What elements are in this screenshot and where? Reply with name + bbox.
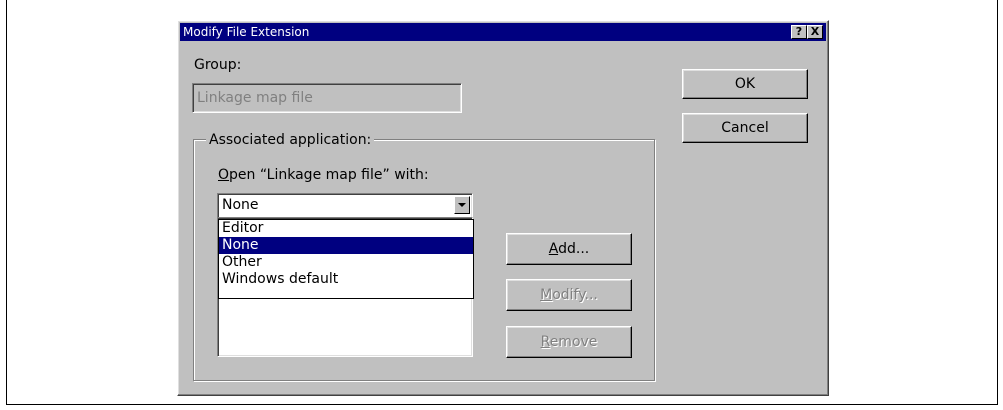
modify-button[interactable]: Modify... — [506, 279, 632, 311]
chevron-down-icon[interactable] — [454, 196, 470, 214]
open-with-label: Open “Linkage map file” with: — [218, 167, 429, 183]
associated-application-legend: Associated application: — [206, 132, 375, 148]
group-label: Group: — [194, 57, 242, 73]
open-with-mnemonic: O — [218, 167, 230, 183]
add-label: dd... — [558, 241, 590, 257]
open-with-text: pen “Linkage map file” with: — [229, 167, 429, 183]
modify-file-extension-dialog: Modify File Extension ? X Group: Linkage… — [177, 20, 829, 396]
modify-mnemonic: M — [540, 287, 553, 303]
remove-label: emove — [549, 334, 598, 350]
add-mnemonic: A — [548, 241, 559, 257]
dropdown-option-windows-default[interactable]: Windows default — [219, 271, 473, 288]
group-field: Linkage map file — [192, 83, 462, 113]
modify-label: odify... — [552, 287, 598, 303]
dropdown-option-other[interactable]: Other — [219, 254, 473, 271]
title-bar[interactable]: Modify File Extension ? X — [180, 23, 826, 41]
remove-mnemonic: R — [540, 334, 550, 350]
dropdown-option-editor[interactable]: Editor — [219, 220, 473, 237]
dialog-title: Modify File Extension — [183, 25, 310, 39]
ok-button[interactable]: OK — [682, 69, 808, 99]
add-button[interactable]: Add... — [506, 233, 632, 265]
application-dropdown-list: Editor None Other Windows default — [218, 219, 474, 299]
help-icon[interactable]: ? — [791, 25, 807, 39]
application-combobox[interactable]: None — [217, 193, 473, 219]
combobox-value: None — [222, 197, 259, 213]
remove-button[interactable]: Remove — [506, 326, 632, 358]
dropdown-option-none[interactable]: None — [219, 237, 473, 254]
group-field-value: Linkage map file — [197, 90, 313, 106]
cancel-button[interactable]: Cancel — [682, 113, 808, 143]
close-icon[interactable]: X — [807, 25, 823, 39]
